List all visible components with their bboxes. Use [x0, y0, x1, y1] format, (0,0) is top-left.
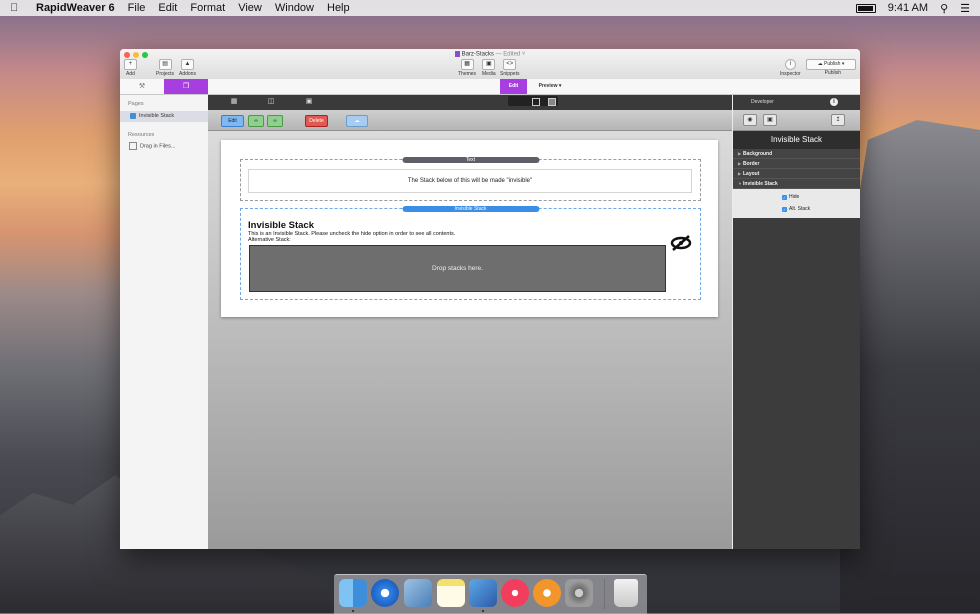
page-icon	[130, 112, 136, 119]
edit-stack-button[interactable]: Edit	[221, 115, 244, 127]
invisible-stack-options: ✓ Hide ✓ Alt. Stack	[733, 189, 860, 218]
publish-button[interactable]: ☁ Publish ▾	[806, 59, 856, 70]
window-title: Barz-Stacks — Edited ˅	[120, 51, 860, 58]
tab-edit[interactable]: Edit	[500, 79, 527, 94]
sidebar: Pages Invisible Stack Resources Drag in …	[120, 95, 209, 549]
menu-format[interactable]: Format	[190, 2, 225, 14]
delete-stack-button[interactable]: Delete	[305, 115, 328, 127]
view-tab-row: ⚒ ❐ Edit Preview ▾	[120, 79, 860, 95]
add-button[interactable]: + Add	[124, 59, 137, 77]
ibooks-icon[interactable]	[533, 579, 561, 607]
sidebar-item-invisible-stack[interactable]: Invisible Stack	[120, 111, 208, 122]
wrench-icon: ⚒	[138, 83, 146, 90]
clock[interactable]: 9:41 AM	[888, 2, 928, 14]
alt-stack-checkbox[interactable]: ✓ Alt. Stack	[782, 206, 810, 212]
info-icon[interactable]: i	[830, 98, 838, 106]
tab-preview[interactable]: Preview ▾	[530, 79, 570, 94]
section-layout[interactable]: ▶ Layout	[733, 169, 860, 179]
plus-icon: +	[124, 59, 137, 70]
eye-icon[interactable]: ◉	[743, 114, 757, 126]
addons-button[interactable]: ▲ Addons	[179, 59, 196, 77]
text-stack-tag[interactable]: Text	[402, 157, 539, 163]
stacks-library-bar: ▦ ◫ ▣	[208, 95, 732, 110]
text-stack-content[interactable]: The Stack below of this will be made "in…	[248, 169, 692, 193]
menu-edit[interactable]: Edit	[158, 2, 177, 14]
inspector-button[interactable]: i Inspector	[780, 59, 801, 77]
text-stack[interactable]: Text The Stack below of this will be mad…	[240, 157, 701, 201]
app-window: Barz-Stacks — Edited ˅ + Add ▤ Projects ▲ A…	[120, 49, 860, 549]
invisible-stack-title: Invisible Stack	[248, 220, 315, 231]
resources-heading: Resources	[128, 132, 155, 138]
safari-icon[interactable]	[371, 579, 399, 607]
checkmark-icon: ✓	[782, 206, 787, 212]
pages-icon: ❐	[182, 83, 190, 90]
inspector-panel: Developer i ◉ ▣ ↥ Invisible Stack ▶ Backg…	[733, 95, 860, 549]
invisible-stack[interactable]: Invisible Stack Invisible Stack This is …	[240, 206, 701, 300]
trash-icon[interactable]	[614, 579, 638, 607]
section-background[interactable]: ▶ Background	[733, 149, 860, 159]
stack-actions-bar: Edit ∞ ∞ Delete ☁	[208, 110, 732, 131]
itunes-icon[interactable]	[501, 579, 529, 607]
export-icon[interactable]: ↥	[831, 114, 845, 126]
notes-icon[interactable]	[437, 579, 465, 607]
alternative-stack-label: Alternative Stack:	[248, 237, 291, 243]
cloud-icon[interactable]: ☁	[346, 115, 368, 127]
invisible-stack-tag[interactable]: Invisible Stack	[402, 206, 539, 212]
info-icon: i	[784, 59, 796, 70]
themes-icon: ▦	[460, 59, 474, 70]
menu-file[interactable]: File	[128, 2, 146, 14]
projects-icon: ▤	[158, 59, 172, 70]
drag-in-files-item[interactable]: Drag in Files...	[120, 138, 208, 150]
system-preferences-icon[interactable]	[565, 579, 593, 607]
section-border[interactable]: ▶ Border	[733, 159, 860, 169]
battery-icon[interactable]	[855, 3, 876, 13]
page-canvas: Text The Stack below of this will be mad…	[221, 140, 718, 317]
publish-label: Publish	[824, 70, 841, 76]
tab-pages[interactable]: ❐	[164, 79, 208, 94]
media-button[interactable]: ▣ Media	[482, 59, 496, 77]
spotlight-search-icon[interactable]: ⚲	[940, 2, 948, 15]
inspector-header: Developer i	[733, 95, 860, 110]
checkmark-icon: ✓	[782, 194, 787, 200]
rapidweaver-icon[interactable]	[469, 579, 497, 607]
media-icon: ▣	[482, 59, 496, 70]
notification-center-icon[interactable]: ☰	[960, 2, 970, 15]
finder-icon[interactable]	[339, 579, 367, 607]
projects-button[interactable]: ▤ Projects	[156, 59, 174, 77]
hide-checkbox[interactable]: ✓ Hide	[782, 194, 799, 200]
inspector-title: Invisible Stack	[733, 131, 860, 149]
file-icon	[129, 142, 137, 150]
window-toolbar: Barz-Stacks — Edited ˅ + Add ▤ Projects ▲ A…	[120, 49, 860, 80]
inspector-tools: ◉ ▣ ↥	[733, 110, 860, 131]
document-icon	[454, 51, 460, 57]
menu-bar:  RapidWeaver 6 File Edit Format View Wi…	[0, 0, 980, 16]
stacks-image-icon[interactable]: ▣	[305, 98, 313, 106]
pages-heading: Pages	[128, 101, 144, 107]
unlink-icon[interactable]: ∞	[267, 115, 283, 127]
wallpaper-mountain-right	[840, 120, 980, 613]
chevron-down-icon: ▾	[558, 83, 562, 89]
themes-button[interactable]: ▦ Themes	[458, 59, 476, 77]
snippets-button[interactable]: <> Snippets	[500, 59, 519, 77]
menu-window[interactable]: Window	[275, 2, 314, 14]
eye-slash-icon	[670, 235, 692, 251]
lock-icon[interactable]: ▣	[763, 114, 777, 126]
dock	[334, 574, 647, 614]
tab-tools[interactable]: ⚒	[120, 79, 164, 94]
apple-icon[interactable]: 	[10, 2, 26, 14]
menu-view[interactable]: View	[238, 2, 262, 14]
addons-icon: ▲	[180, 59, 194, 70]
snippets-icon: <>	[503, 59, 517, 70]
stacks-box-icon[interactable]: ▦	[230, 98, 238, 106]
stacks-grid-icon[interactable]: ◫	[267, 98, 275, 106]
editor-area: ▦ ◫ ▣ Edit ∞ ∞ Delete ☁ Text The Stack b…	[208, 95, 732, 549]
drop-zone[interactable]: Drop stacks here.	[249, 245, 666, 292]
mail-icon[interactable]	[404, 579, 432, 607]
menu-help[interactable]: Help	[327, 2, 350, 14]
layout-toggle[interactable]	[508, 96, 558, 106]
section-invisible-stack[interactable]: ▼Invisible Stack	[733, 179, 860, 189]
link-icon[interactable]: ∞	[248, 115, 264, 127]
menu-app-name[interactable]: RapidWeaver 6	[36, 2, 115, 14]
